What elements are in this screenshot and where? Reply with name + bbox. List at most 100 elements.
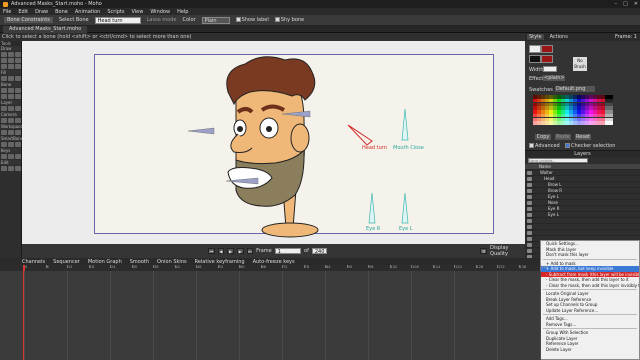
display-quality-button[interactable]: Display Quality	[490, 245, 525, 257]
no-brush-button[interactable]: No Brush	[573, 57, 587, 71]
eye-icon[interactable]	[527, 176, 532, 181]
effect-select[interactable]: <plain>	[543, 75, 565, 81]
timeline-tab[interactable]: Motion Graph	[88, 259, 122, 265]
timeline-gridline	[67, 271, 68, 360]
eye-icon[interactable]	[527, 188, 532, 193]
ruler-label: 54	[218, 265, 223, 269]
timeline-gridline	[411, 271, 412, 360]
eye-icon[interactable]	[527, 170, 532, 175]
character-collar	[261, 222, 319, 238]
eye-icon[interactable]	[527, 206, 532, 211]
step-back-button[interactable]: ◀	[217, 248, 225, 254]
ruler-label: 78	[304, 265, 309, 269]
ruler-label: 84	[326, 265, 331, 269]
label-eye-r: Eye R	[366, 226, 381, 232]
checker-checkbox[interactable]: Checker selection	[565, 143, 615, 149]
timeline-tab[interactable]: Smooth	[130, 259, 149, 265]
context-menu-item[interactable]: Update Layer Reference...	[541, 308, 639, 314]
effect-label: Effect	[529, 76, 544, 82]
eye-icon[interactable]	[527, 182, 532, 187]
frame-input[interactable]: 1	[274, 248, 302, 255]
bone-brow-l[interactable]	[187, 127, 215, 135]
end-frame-input[interactable]: 240	[311, 248, 328, 255]
context-menu-item[interactable]: Don't mask this layer	[541, 252, 639, 258]
timeline-tab[interactable]: Onion Skins	[157, 259, 187, 265]
eye-icon[interactable]	[527, 224, 532, 229]
line-color-swatch-2[interactable]	[541, 55, 553, 63]
swatches-label: Swatches	[529, 87, 553, 93]
play-button[interactable]: ▶	[227, 248, 234, 254]
menu-separator	[543, 314, 637, 315]
timeline-tabs: Channels Sequencer Motion Graph Smooth Onion…	[0, 258, 540, 265]
menu-separator	[543, 328, 637, 329]
layer-name: Eye L	[548, 211, 559, 217]
ruler-label: 114	[433, 265, 441, 269]
bone-mouth-close[interactable]	[401, 108, 409, 141]
eye-icon[interactable]	[527, 200, 532, 205]
timeline-tab[interactable]: Auto-freeze keys	[253, 259, 295, 265]
ruler-label: 30	[132, 265, 137, 269]
timeline-tab[interactable]: Sequencer	[53, 259, 80, 265]
copy-button[interactable]: Copy	[535, 134, 551, 140]
fill-color-swatch-2[interactable]	[529, 55, 541, 63]
color-swatch[interactable]	[609, 121, 613, 125]
layer-context-menu: Quick Settings... Mask this layer Don't ma…	[540, 240, 640, 360]
playback-bar: ⏮ ◀ ▶ ▶ ⏭ Frame 1 of 240 ⚙ Display Quali…	[22, 244, 525, 258]
timeline-gridline	[325, 271, 326, 360]
label-mouth-close: Mouth Close	[393, 145, 424, 151]
ruler-label: 144	[541, 265, 548, 269]
width-label: Width	[529, 67, 544, 73]
eye-icon[interactable]	[527, 230, 532, 235]
bone-head-turn[interactable]	[347, 124, 373, 146]
ruler-label: 48	[197, 265, 202, 269]
rewind-button[interactable]: ⏮	[208, 248, 215, 254]
label-eye-l: Eye L	[399, 226, 413, 232]
eye-icon[interactable]	[527, 218, 532, 223]
ruler-label: 36	[154, 265, 159, 269]
ruler-label: 12	[68, 265, 73, 269]
width-field[interactable]	[543, 66, 557, 72]
timeline-tab[interactable]: Relative keyframing	[195, 259, 245, 265]
ruler-label: 72	[283, 265, 288, 269]
context-menu-item[interactable]: Remove Tags...	[541, 322, 639, 328]
timeline-gridline	[239, 271, 240, 360]
ruler-label: 132	[498, 265, 505, 269]
layer-search-input[interactable]	[528, 158, 588, 163]
ruler-label: 120	[455, 265, 462, 269]
line-color-swatch[interactable]	[541, 45, 553, 53]
swatches-select[interactable]: Default.png	[555, 86, 595, 92]
timeline-gridline	[540, 271, 541, 360]
context-menu-item[interactable]: Delete Layer	[541, 347, 639, 353]
context-menu-item[interactable]: - Clear the mask, then add this layer to…	[541, 277, 639, 283]
timeline-gridline	[153, 271, 154, 360]
paste-button[interactable]: Paste	[555, 134, 571, 140]
eye-icon[interactable]	[527, 248, 532, 253]
timeline-area[interactable]	[0, 265, 540, 360]
eye-icon[interactable]	[527, 242, 532, 247]
swatch-grid[interactable]	[533, 95, 613, 125]
timeline-gridline	[282, 271, 283, 360]
ruler-label: 90	[347, 265, 352, 269]
timeline-tab[interactable]: Channels	[22, 259, 45, 265]
eye-icon[interactable]	[527, 212, 532, 217]
ruler-label: 96	[369, 265, 374, 269]
display-quality-icon[interactable]: ⚙	[480, 248, 488, 254]
pupil-l	[237, 126, 243, 132]
bone-eye-r[interactable]	[368, 192, 376, 224]
end-button[interactable]: ⏭	[246, 248, 254, 254]
timeline-gridline	[24, 271, 25, 360]
eye-icon[interactable]	[527, 236, 532, 241]
character-ear	[290, 123, 310, 153]
timeline-gridline	[454, 271, 455, 360]
step-forward-button[interactable]: ▶	[236, 248, 244, 254]
context-menu-item[interactable]: - Clear the mask, then add this layer in…	[541, 283, 639, 289]
timeline-gridline	[196, 271, 197, 360]
bone-eye-l[interactable]	[401, 192, 409, 224]
advanced-checkbox[interactable]: Advanced	[529, 143, 560, 149]
reset-button[interactable]: Reset	[575, 134, 591, 140]
ruler-label: 6	[46, 265, 49, 269]
timeline-ruler[interactable]: 0 6 12 18 24 30 36 42 48 54 60 66 72 78 84 90 96 102 108 11…	[0, 265, 548, 271]
ruler-label: 0	[25, 265, 28, 269]
fill-color-swatch[interactable]	[529, 45, 541, 53]
eye-icon[interactable]	[527, 194, 532, 199]
